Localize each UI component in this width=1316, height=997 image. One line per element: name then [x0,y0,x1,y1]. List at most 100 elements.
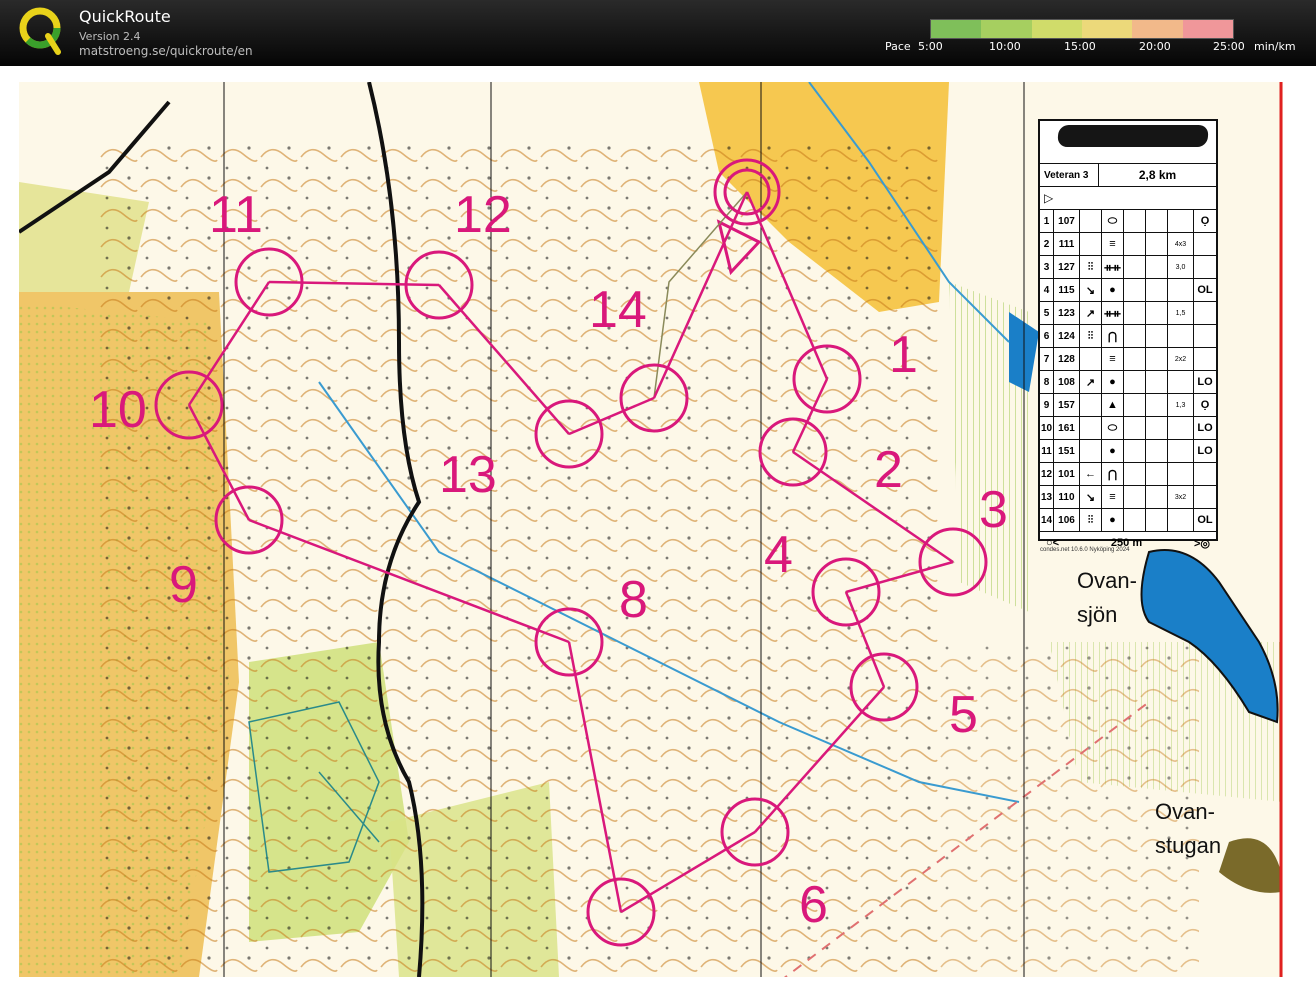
description-cell-sym: ≡ [1102,348,1124,370]
description-cell-n: 4 [1040,279,1054,301]
description-cell-code: 123 [1054,302,1080,324]
redacted-runner-name [1040,121,1216,163]
description-cell-dim [1168,210,1194,232]
description-cell-sym2 [1124,463,1146,485]
description-cell-sym2 [1124,394,1146,416]
description-cell-sym: ≡ [1102,486,1124,508]
description-cell-code: 127 [1054,256,1080,278]
description-cell-extra [1146,371,1168,393]
description-cell-s: ↗ [1080,371,1102,393]
description-cell-pos: OL [1197,284,1213,296]
description-cell-code: 101 [1054,463,1080,485]
terrain-detail [99,142,939,972]
description-cell-pos [1194,256,1216,278]
course-class: Veteran 3 [1040,164,1099,186]
description-row: 14 106 ⫶⫶ ● OL [1040,509,1216,532]
description-cell-code: 128 [1054,348,1080,370]
description-row: 11 151 ● LO [1040,440,1216,463]
description-row: 13 110 ↘ ≡ 3x2 [1040,486,1216,509]
description-cell-n: 14 [1040,509,1054,531]
description-cell-dim: 3,0 [1168,256,1194,278]
description-cell-n: 9 [1040,394,1054,416]
description-cell-sym: ≡ [1102,233,1124,255]
description-cell-pos: LO [1197,422,1213,434]
app-title: QuickRoute [79,7,171,26]
description-row: 6 124 ⫶⫶ ⋂ [1040,325,1216,348]
description-cell-dim [1168,371,1194,393]
description-cell-n: 13 [1040,486,1054,508]
lake-name-line: Ovan- [1077,568,1137,593]
description-cell-s [1080,210,1102,232]
description-cell-code: 115 [1054,279,1080,301]
description-cell-s: ⫶⫶ [1080,509,1102,531]
description-cell-sym: ⋂ [1102,463,1124,485]
pace-color-segment [931,20,982,38]
course-length: 2,8 km [1138,168,1177,182]
app-url[interactable]: matstroeng.se/quickroute/en [79,44,253,58]
description-cell-code: 151 [1054,440,1080,462]
description-cell-extra [1146,233,1168,255]
description-cell-sym: ⬭ [1102,210,1124,232]
control-number: 3 [979,481,1008,539]
description-cell-s [1080,233,1102,255]
description-cell-extra [1146,509,1168,531]
description-cell-pos [1194,325,1216,347]
pace-tick: 15:00 [1064,40,1096,53]
description-cell-n: 11 [1040,440,1054,462]
pace-label: Pace [885,40,911,53]
cabin-name-line: stugan [1155,833,1221,858]
description-cell-code: 106 [1054,509,1080,531]
pace-color-segment [1081,20,1133,38]
description-cell-extra [1146,348,1168,370]
description-row: 4 115 ↘ ● OL [1040,279,1216,302]
description-cell-sym2 [1124,440,1146,462]
description-cell-n: 1 [1040,210,1054,232]
description-cell-extra [1146,325,1168,347]
description-row: 7 128 ≡ 2x2 [1040,348,1216,371]
control-number: 1 [889,326,918,384]
description-cell-s: ↘ [1080,279,1102,301]
description-cell-s [1080,417,1102,439]
pace-color-segment [981,20,1032,38]
control-description-sheet: Veteran 3 2,8 km ▷ 1 107 ⬭ Ọ 2 111 ≡ 4x3 3 127 ⫶⫶ ᚑ… [1038,119,1218,553]
description-cell-sym2 [1124,417,1146,439]
description-cell-n: 5 [1040,302,1054,324]
description-cell-code: 110 [1054,486,1080,508]
control-number: 12 [454,186,512,244]
description-cell-pos: Ọ [1200,215,1210,227]
description-cell-extra [1146,417,1168,439]
pace-tick: 5:00 [918,40,943,53]
description-cell-dim: 1,3 [1168,394,1194,416]
description-cell-s [1080,440,1102,462]
description-row: 12 101 ← ⋂ [1040,463,1216,486]
control-number: 6 [799,876,828,934]
description-cell-extra [1146,440,1168,462]
description-cell-s [1080,348,1102,370]
description-cell-s: ⫶⫶ [1080,325,1102,347]
description-row: 10 161 ⬭ LO [1040,417,1216,440]
description-cell-n: 12 [1040,463,1054,485]
description-cell-sym2 [1124,256,1146,278]
description-cell-n: 2 [1040,233,1054,255]
description-cell-dim: 4x3 [1168,233,1194,255]
description-cell-pos [1194,463,1216,485]
description-cell-sym2 [1124,509,1146,531]
cabin-name-line: Ovan- [1155,799,1215,824]
description-cell-code: 157 [1054,394,1080,416]
description-cell-sym: ⋂ [1102,325,1124,347]
quickroute-logo-icon [19,7,61,55]
description-cell-s: ↗ [1080,302,1102,324]
description-cell-sym: ● [1102,279,1124,301]
description-cell-dim [1168,440,1194,462]
description-row: 2 111 ≡ 4x3 [1040,233,1216,256]
control-number: 5 [949,686,978,744]
control-number: 14 [589,281,647,339]
description-cell-sym2 [1124,371,1146,393]
description-row: 5 123 ↗ ᚑᚑ 1,5 [1040,302,1216,325]
description-cell-extra [1146,210,1168,232]
description-cell-dim [1168,417,1194,439]
description-cell-n: 10 [1040,417,1054,439]
control-number: 9 [169,556,198,614]
description-cell-sym: ● [1102,509,1124,531]
pace-color-segment [1132,20,1183,38]
